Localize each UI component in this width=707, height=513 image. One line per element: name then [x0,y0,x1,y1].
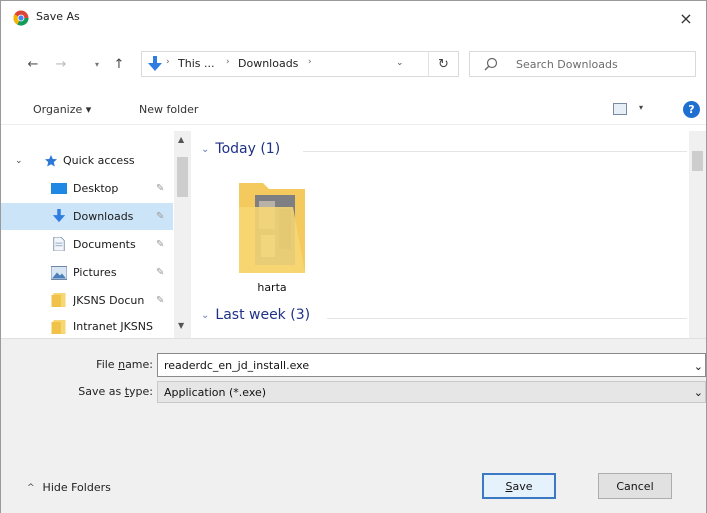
download-arrow-icon [148,56,162,71]
breadcrumb-this-pc[interactable]: This ... [178,57,214,70]
documents-icon [53,237,65,251]
save-options-area: File name: readerdc_en_jd_install.exe ⌄ … [1,338,706,513]
group-header-today[interactable]: ⌄ Today (1) [201,141,280,157]
pin-icon[interactable]: ✎ [156,295,164,306]
file-name-value: readerdc_en_jd_install.exe [164,359,310,372]
scroll-down-icon[interactable]: ▼ [178,321,184,330]
close-button[interactable]: × [666,1,706,35]
group-header-label: Last week (3) [215,307,311,323]
breadcrumb-separator: › [166,57,170,67]
chevron-down-icon: ▾ [94,59,99,69]
forward-arrow-icon: → [55,56,67,72]
chevron-down-icon: ⌄ [201,309,210,321]
breadcrumb-separator: › [308,57,312,67]
close-icon: × [679,8,693,28]
search-icon [484,57,498,71]
back-arrow-icon: ← [27,56,39,72]
sidebar-item-label: Pictures [73,266,117,279]
download-arrow-icon [52,209,66,223]
file-name: harta [257,281,287,294]
save-as-dialog: Save As × ← → ▾ ↑ › This ... › Downloads… [0,0,707,513]
file-list-scrollbar[interactable] [689,131,706,338]
chevron-down-icon[interactable]: ⌄ [694,360,703,373]
chevron-down-icon: ⌄ [693,386,703,399]
file-name-field[interactable]: readerdc_en_jd_install.exe ⌄ [157,353,706,377]
sidebar-item-label: Intranet JKSNS [73,320,153,333]
file-name-label: File name: [96,358,153,371]
sidebar-item-label: Quick access [63,154,135,167]
file-item-harta[interactable]: harta [235,179,309,299]
chevron-up-icon: ^ [27,482,35,493]
save-button[interactable]: Save [482,473,556,499]
navigation-pane: ⌄ Quick access Desktop ✎ Downloads ✎ Doc… [1,131,191,338]
scroll-up-icon[interactable]: ▲ [178,135,184,144]
window-title: Save As [36,10,80,23]
sidebar-item-documents[interactable]: Documents ✎ [1,231,173,258]
navigation-row: ← → ▾ ↑ › This ... › Downloads › ⌄ ↻ Sea… [1,49,706,79]
file-list-pane: ⌄ Today (1) harta ⌄ Last week (3) [191,131,706,338]
breadcrumb-downloads[interactable]: Downloads [238,57,298,70]
hide-folders-button[interactable]: ^ Hide Folders [27,481,111,494]
pin-icon[interactable]: ✎ [156,239,164,250]
star-icon [45,155,57,167]
recent-locations-button[interactable]: ▾ [91,53,103,75]
sidebar-item-quick-access[interactable]: ⌄ Quick access [1,147,173,174]
chevron-down-icon: ⌄ [15,155,23,166]
sidebar-item-intranet-jksns[interactable]: Intranet JKSNS [1,315,173,338]
sidebar-item-label: Desktop [73,182,119,195]
help-glyph: ? [688,103,695,116]
group-divider [303,151,687,152]
refresh-icon: ↻ [438,56,449,72]
cancel-button[interactable]: Cancel [598,473,672,499]
scrollbar-thumb[interactable] [692,151,703,171]
sidebar-item-label: JKSNS Docun [73,294,145,307]
chevron-down-icon: ⌄ [201,143,210,155]
desktop-icon [51,183,67,194]
group-divider [327,318,687,319]
help-icon[interactable]: ? [683,101,700,118]
back-button[interactable]: ← [23,53,43,75]
folder-with-image-icon [239,183,305,273]
up-arrow-icon: ↑ [113,56,125,72]
chrome-app-icon [13,10,29,26]
scrollbar-thumb[interactable] [177,157,188,197]
cancel-label: Cancel [616,479,654,493]
address-dropdown-icon[interactable]: ⌄ [396,58,404,68]
folder-icon [51,293,66,307]
hide-folders-label: Hide Folders [42,481,111,494]
view-options-icon[interactable] [613,103,627,115]
sidebar-item-pictures[interactable]: Pictures ✎ [1,259,173,286]
organize-button[interactable]: Organize ▾ [33,103,91,116]
folder-icon [51,320,66,334]
save-type-dropdown[interactable]: Application (*.exe) ⌄ [157,381,706,403]
title-bar: Save As × [1,1,706,35]
chevron-down-icon[interactable]: ▾ [639,103,643,112]
sidebar-item-downloads[interactable]: Downloads ✎ [1,203,173,230]
navigation-scrollbar[interactable]: ▲ ▼ [174,131,191,338]
pin-icon[interactable]: ✎ [156,211,164,222]
command-bar: Organize ▾ New folder ▾ ? [1,95,706,125]
group-header-last-week[interactable]: ⌄ Last week (3) [201,307,310,323]
up-button[interactable]: ↑ [109,53,129,75]
forward-button[interactable]: → [51,53,71,75]
breadcrumb-separator: › [226,57,230,67]
sidebar-item-jksns-documents[interactable]: JKSNS Docun ✎ [1,287,173,314]
pin-icon[interactable]: ✎ [156,183,164,194]
pin-icon[interactable]: ✎ [156,267,164,278]
save-type-label: Save as type: [78,385,153,398]
refresh-button[interactable]: ↻ [428,52,458,76]
pictures-icon [51,266,67,280]
address-bar[interactable]: › This ... › Downloads › ⌄ ↻ [141,51,459,77]
new-folder-button[interactable]: New folder [139,103,198,116]
sidebar-item-desktop[interactable]: Desktop ✎ [1,175,173,202]
sidebar-item-label: Downloads [73,210,134,223]
search-input[interactable]: Search Downloads [469,51,696,77]
sidebar-item-label: Documents [73,238,136,251]
save-type-value: Application (*.exe) [164,386,267,399]
search-placeholder: Search Downloads [516,58,618,71]
group-header-label: Today (1) [215,141,281,157]
